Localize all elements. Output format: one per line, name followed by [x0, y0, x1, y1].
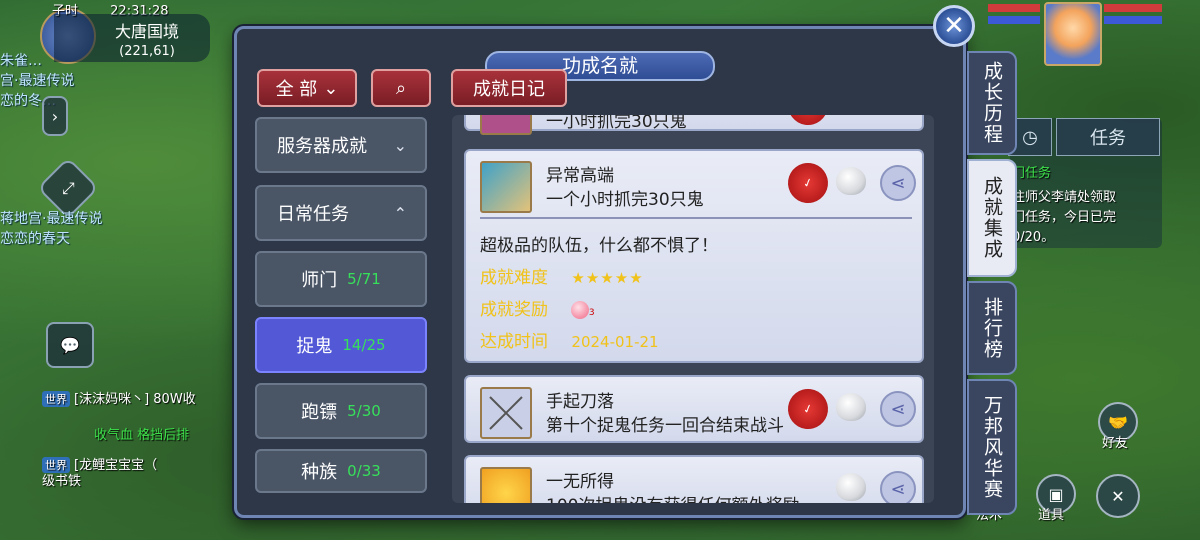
expand-icon: ⤢ — [61, 178, 75, 197]
divider — [480, 217, 912, 219]
close-button[interactable]: ✕ — [933, 5, 975, 47]
difficulty-row: 成就难度 ★★★★★ — [480, 268, 644, 288]
achievement-card[interactable]: 一小时抓完30只鬼 — [464, 115, 924, 135]
completed-seal-icon — [783, 115, 833, 130]
crying-face-icon — [480, 467, 532, 503]
close-icon: ✕ — [1111, 486, 1125, 506]
chat-message: 收气血 格挡后排 — [94, 428, 190, 443]
task-line: 0/20。 — [1012, 230, 1055, 245]
sidebar-item-shimen[interactable]: 师门 5/71 — [255, 251, 427, 307]
map-name: 大唐国境 — [114, 22, 179, 41]
achievement-name: 手起刀落 — [546, 392, 614, 412]
notice-line: 朱雀… — [0, 53, 42, 69]
completed-seal-icon: ✓ — [783, 158, 833, 208]
task-line: 门任务，今日已完 — [1012, 210, 1117, 225]
chat-button[interactable]: 💬 — [46, 322, 94, 368]
category-daily-tasks[interactable]: 日常任务 ⌃ — [255, 185, 427, 241]
filter-dropdown[interactable]: 全 部 ⌄ — [257, 69, 357, 107]
hp-bar — [988, 4, 1040, 12]
sidebar-item-zhongzu[interactable]: 种族 0/33 — [255, 449, 427, 493]
tab-growth[interactable]: 成长历程 — [967, 51, 1017, 155]
items-label: 道具 — [1038, 508, 1065, 523]
achievement-name: 一无所得 — [546, 472, 614, 492]
achievement-quote: 超极品的队伍，什么都不惧了！ — [480, 236, 718, 256]
search-button[interactable]: ⌕ — [371, 69, 431, 107]
reward-count: 3 — [588, 308, 595, 318]
tab-leaderboard[interactable]: 排行榜 — [967, 281, 1017, 375]
friends-label: 好友 — [1102, 436, 1129, 451]
map-coords: (221,61) — [119, 44, 175, 59]
notice-line: 蒋地宫·最速传说 — [0, 211, 103, 227]
chevron-right-icon: › — [51, 106, 59, 126]
achievement-name: 异常高端 — [546, 166, 614, 186]
achievement-desc: 第十个捉鬼任务一回合结束战斗 — [546, 416, 784, 436]
chat-message: 级书铁 — [42, 474, 82, 489]
tab-achievement-collection[interactable]: 成就集成 — [967, 159, 1017, 277]
reward-bun-icon — [836, 473, 866, 501]
handshake-icon: 🤝 — [1108, 412, 1128, 432]
achievement-desc: 100次捉鬼没有获得任何额外奖励 — [546, 491, 799, 503]
sidebar-item-paobiao[interactable]: 跑镖 5/30 — [255, 383, 427, 439]
crossed-swords-icon — [480, 387, 532, 439]
treasure-chest-icon: ▣ — [1048, 484, 1064, 504]
reward-bun-icon — [836, 393, 866, 421]
tab-wanbang-contest[interactable]: 万邦风华赛 — [967, 379, 1017, 515]
search-icon: ⌕ — [395, 77, 407, 99]
share-icon: ⋖ — [890, 172, 906, 194]
reward-row: 成就奖励 3 — [480, 300, 595, 320]
completed-seal-icon: ✓ — [783, 384, 833, 434]
clock-icon: ◷ — [1022, 126, 1038, 148]
chat-message: 世界 [沫沫妈咪丶] 80W收 — [42, 388, 196, 407]
achievement-card[interactable]: 手起刀落 第十个捉鬼任务一回合结束战斗 ✓ ⋖ — [464, 375, 924, 443]
achievement-card[interactable]: 一无所得 100次捉鬼没有获得任何额外奖励 ⋖ — [464, 455, 924, 503]
share-button[interactable]: ⋖ — [880, 165, 916, 201]
tracker-task-tab[interactable]: 任务 — [1056, 118, 1160, 156]
category-server[interactable]: 服务器成就 ⌄ — [255, 117, 427, 173]
world-channel-badge: 世界 — [42, 391, 70, 407]
achieved-date: 2024-01-21 — [571, 333, 659, 351]
task-line: 门任务 — [1012, 166, 1052, 181]
date-row: 达成时间 2024-01-21 — [480, 332, 659, 352]
share-icon: ⋖ — [890, 478, 906, 500]
achievement-list[interactable]: 一小时抓完30只鬼 异常高端 一个小时抓完30只鬼 ✓ ⋖ 超极品的队伍，什么都… — [452, 115, 934, 503]
share-button[interactable]: ⋖ — [880, 391, 916, 427]
achievement-diary-button[interactable]: 成就日记 — [451, 69, 567, 107]
sidebar-item-zhuogui[interactable]: 捉鬼 14/25 — [255, 317, 427, 373]
close-menu-button[interactable]: ✕ — [1096, 474, 1140, 518]
achievement-thumb-icon — [480, 115, 532, 135]
reward-bun-icon — [836, 167, 866, 195]
share-icon: ⋖ — [890, 398, 906, 420]
pet-hp-bar — [1104, 4, 1162, 12]
notice-line: 宫·最速传说 — [0, 73, 75, 89]
difficulty-stars: ★★★★★ — [571, 269, 644, 287]
achievement-dialog: 功成名就 ✕ 全 部 ⌄ ⌕ 成就日记 服务器成就 ⌄ 日常任务 ⌃ 师门 5/… — [234, 5, 1017, 518]
peach-reward-icon[interactable] — [571, 301, 590, 319]
share-button[interactable]: ⋖ — [880, 471, 916, 503]
location-panel[interactable]: 大唐国境 (221,61) — [54, 14, 210, 62]
mp-bar — [988, 16, 1040, 24]
task-line: 往师父李靖处领取 — [1012, 190, 1117, 205]
achievement-card-expanded[interactable]: 异常高端 一个小时抓完30只鬼 ✓ ⋖ 超极品的队伍，什么都不惧了！ 成就难度 … — [464, 149, 924, 363]
notice-line: 恋恋的春天 — [0, 231, 70, 247]
chat-bubble-icon: 💬 — [60, 335, 80, 355]
chevron-up-icon: ⌃ — [393, 203, 407, 223]
player-avatar[interactable] — [1044, 2, 1102, 66]
pet-mp-bar — [1104, 16, 1162, 24]
expand-arrow-button[interactable]: › — [42, 96, 68, 136]
boots-icon — [480, 161, 532, 213]
close-icon: ✕ — [943, 11, 965, 41]
achievement-desc: 一个小时抓完30只鬼 — [546, 190, 704, 210]
chevron-down-icon: ⌄ — [393, 135, 407, 155]
chevron-down-icon: ⌄ — [323, 77, 339, 99]
